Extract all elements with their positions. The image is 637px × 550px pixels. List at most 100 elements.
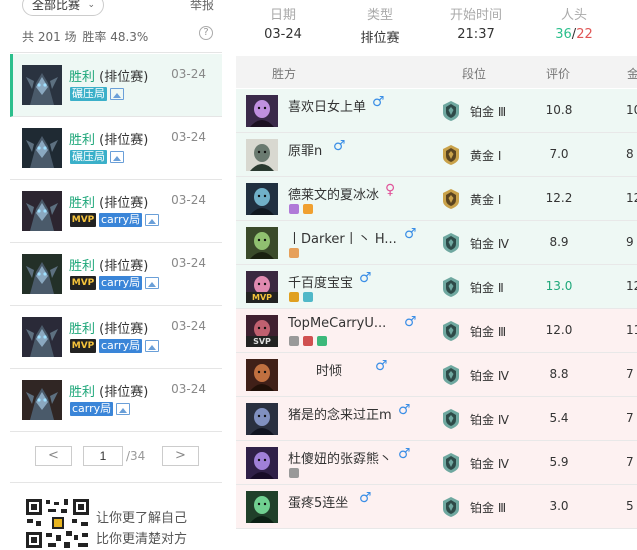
player-name[interactable]: TopMeCarryU...	[288, 316, 386, 331]
match-date: 03-24	[171, 256, 206, 270]
achievement-icon	[289, 204, 299, 214]
gender-icon: ♂	[398, 446, 411, 462]
image-icon[interactable]	[145, 277, 160, 289]
pagination: < /34 >	[10, 432, 222, 466]
gender-icon: ♂	[404, 314, 417, 330]
promo-text: 让你更了解自己 比你更清楚对方	[96, 508, 187, 550]
champion-portrait	[22, 191, 62, 231]
help-icon[interactable]: ?	[199, 26, 213, 40]
prev-page-button[interactable]: <	[35, 446, 72, 466]
achievement-icon	[289, 292, 299, 302]
kills-value: 36/22	[534, 27, 614, 42]
player-tier: 黄金 Ⅰ	[470, 193, 502, 207]
player-gold: 12	[626, 279, 637, 293]
player-row[interactable]: SVP TopMeCarryU... ♂ 铂金 Ⅲ 12.0 11	[236, 309, 637, 353]
image-icon[interactable]	[145, 340, 160, 352]
player-avatar	[246, 359, 278, 391]
match-tags: MVP carry局	[70, 338, 160, 354]
player-name[interactable]: 时倾	[316, 360, 342, 379]
image-icon[interactable]	[145, 214, 160, 226]
match-list-item[interactable]: 胜利 (排位赛) 03-24 MVP carry局	[10, 306, 222, 369]
rank-emblem-icon	[441, 320, 461, 342]
rank-emblem-icon	[441, 100, 461, 122]
player-score: 8.8	[549, 367, 569, 381]
match-result: 胜利 (排位赛)	[69, 129, 148, 148]
champion-portrait	[22, 380, 62, 420]
start-time-value: 21:37	[457, 27, 495, 42]
player-avatar	[246, 183, 278, 215]
rank-emblem-icon	[441, 496, 461, 518]
player-row[interactable]: 蛋疼5连坐 ♂ 铂金 Ⅲ 3.0 5	[236, 485, 637, 529]
match-tag: carry局	[99, 213, 143, 227]
player-row[interactable]: 猪是的念来过正m ♂ 铂金 Ⅳ 5.4 7	[236, 397, 637, 441]
team-kills: 36	[555, 27, 572, 42]
champion-portrait	[22, 254, 62, 294]
match-date: 03-24	[171, 382, 206, 396]
start-time-label: 开始时间	[449, 8, 502, 23]
player-tier: 铂金 Ⅲ	[470, 325, 507, 339]
player-name[interactable]: 德莱文的夏冰冰	[288, 184, 379, 203]
player-row[interactable]: 喜欢日女上单 ♂ 铂金 Ⅲ 10.8 10	[236, 89, 637, 133]
match-detail-panel: 日期 03-24 类型 排位赛 开始时间 21:37 人头 36/22 胜方 段…	[236, 0, 637, 550]
player-name[interactable]: 喜欢日女上单	[288, 96, 366, 115]
match-list-item[interactable]: 胜利 (排位赛) 03-24 MVP carry局	[10, 180, 222, 243]
date-label: 日期	[269, 8, 296, 23]
match-mode: (排位赛)	[99, 70, 149, 85]
player-name[interactable]: 原罪n	[288, 140, 322, 159]
summary-type: 类型 排位赛	[340, 4, 420, 46]
image-icon[interactable]	[116, 403, 131, 415]
player-gold: 10	[626, 103, 637, 117]
player-score: 3.0	[549, 499, 569, 513]
champion-portrait	[22, 128, 62, 168]
player-name[interactable]: 千百度宝宝	[288, 272, 353, 291]
team-deaths: 22	[576, 27, 593, 42]
gender-icon: ♂	[359, 270, 372, 286]
match-mode: (排位赛)	[99, 133, 149, 148]
player-gold: 7	[626, 411, 634, 425]
player-avatar	[246, 447, 278, 479]
player-avatar	[246, 491, 278, 523]
player-row[interactable]: 时倾 ♂ 铂金 Ⅳ 8.8 7	[236, 353, 637, 397]
player-row[interactable]: 原罪n ♂ 黄金 Ⅰ 7.0 8	[236, 133, 637, 177]
promo-line-2: 比你更清楚对方	[96, 532, 188, 547]
result-label: 胜利	[69, 70, 96, 85]
achievement-icons	[289, 292, 313, 302]
image-icon[interactable]	[110, 151, 124, 163]
gender-icon: ♂	[375, 358, 388, 374]
match-list-item[interactable]: 胜利 (排位赛) 03-24 carry局	[10, 369, 222, 432]
achievement-icon	[289, 468, 299, 478]
page-number-input[interactable]	[83, 446, 123, 466]
report-link[interactable]: 举报	[190, 0, 214, 13]
player-row[interactable]: 丨Darker丨丶 H... ♂ 铂金 Ⅳ 8.9 9	[236, 221, 637, 265]
match-tag: carry局	[70, 402, 114, 416]
player-avatar	[246, 403, 278, 435]
match-tag: 碾压局	[70, 150, 107, 164]
match-type-select[interactable]: 全部比赛 ⌄	[22, 0, 104, 16]
player-gold: 11	[626, 323, 637, 337]
table-header: 胜方 段位 评价 金	[236, 56, 637, 88]
summary-kills: 人头 36/22	[534, 4, 614, 42]
match-result: 胜利 (排位赛)	[69, 66, 148, 85]
player-name[interactable]: 杜傻妞的张孬熊丶	[288, 448, 392, 467]
player-name[interactable]: 猪是的念来过正m	[288, 404, 392, 423]
next-page-button[interactable]: >	[162, 446, 199, 466]
player-row[interactable]: 杜傻妞的张孬熊丶 ♂ 铂金 Ⅳ 5.9 7	[236, 441, 637, 485]
match-result: 胜利 (排位赛)	[69, 381, 148, 400]
player-gold: 12	[626, 191, 637, 205]
match-mode: (排位赛)	[99, 322, 149, 337]
rank-emblem-icon	[441, 188, 461, 210]
match-list-item[interactable]: 胜利 (排位赛) 03-24 碾压局	[10, 54, 222, 117]
image-icon[interactable]	[110, 88, 124, 100]
match-date: 03-24	[171, 130, 206, 144]
column-header-tier: 段位	[462, 67, 487, 81]
player-name[interactable]: 丨Darker丨丶 H...	[288, 228, 397, 247]
result-label: 胜利	[69, 133, 96, 148]
player-name[interactable]: 蛋疼5连坐	[288, 492, 348, 511]
player-row[interactable]: 德莱文的夏冰冰 ♀ 黄金 Ⅰ 12.2 12	[236, 177, 637, 221]
match-list-item[interactable]: 胜利 (排位赛) 03-24 MVP carry局	[10, 243, 222, 306]
player-row[interactable]: MVP 千百度宝宝 ♂ 铂金 Ⅱ 13.0 12	[236, 265, 637, 309]
gender-icon: ♂	[404, 226, 417, 242]
match-tags: 碾压局	[70, 86, 124, 102]
match-list-item[interactable]: 胜利 (排位赛) 03-24 碾压局	[10, 117, 222, 180]
total-matches: 共 201 场	[22, 30, 77, 44]
